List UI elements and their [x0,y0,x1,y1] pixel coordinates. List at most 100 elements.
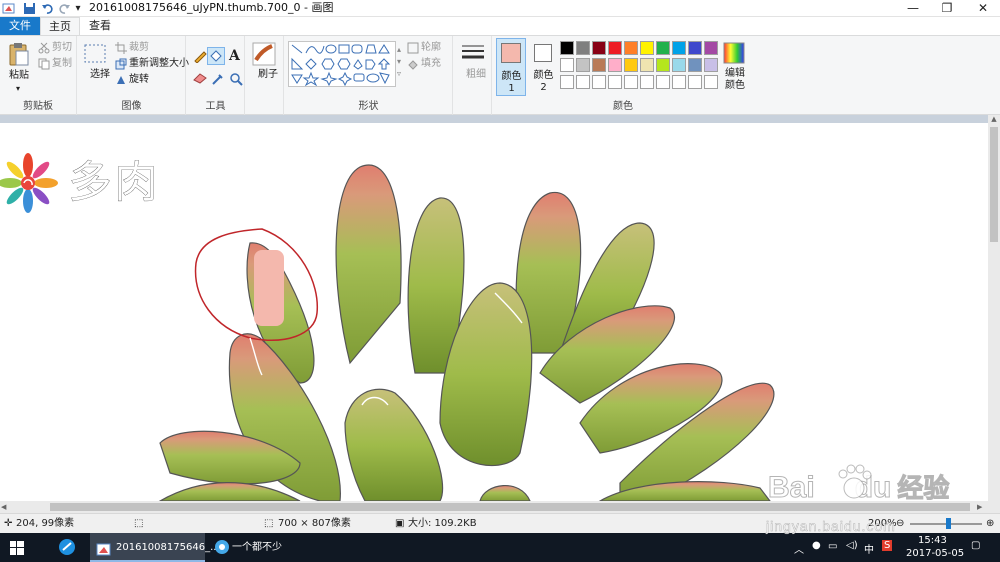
palette-swatch[interactable] [656,41,670,55]
eraser-icon[interactable] [193,72,207,87]
brushes-button[interactable]: 刷子 [258,69,278,81]
resize-button[interactable]: 重新调整大小 [129,58,189,70]
palette-swatch[interactable] [576,41,590,55]
outline-icon [407,42,419,57]
magnifier-icon[interactable] [229,72,243,89]
horizontal-scroll-thumb[interactable] [50,503,970,511]
minimize-button[interactable]: — [896,0,930,16]
fill-bucket-icon[interactable] [207,47,225,65]
palette-swatch[interactable] [688,58,702,72]
palette-swatch[interactable] [672,75,686,89]
palette-swatch[interactable] [560,58,574,72]
palette-swatch[interactable] [608,41,622,55]
close-button[interactable]: ✕ [966,0,1000,16]
palette-swatch[interactable] [560,75,574,89]
browser-taskbar-icon[interactable] [58,533,82,562]
palette-swatch[interactable] [608,58,622,72]
size-button[interactable]: 粗细 [466,69,486,81]
maximize-button[interactable]: ❐ [930,0,964,16]
resize-icon [115,58,127,73]
palette-swatch[interactable] [672,58,686,72]
clock-time[interactable]: 15:43 [918,535,947,546]
text-tool-icon[interactable]: A [229,48,240,64]
logo-flower-icon [0,153,58,213]
palette-swatch[interactable] [656,75,670,89]
line-size-icon[interactable] [461,44,485,67]
action-center-icon[interactable]: ▢ [971,540,980,551]
crop-icon [115,42,127,57]
crop-button[interactable]: 裁剪 [129,42,149,54]
select-icon[interactable] [84,44,106,67]
shapes-gallery[interactable] [288,41,396,87]
palette-swatch[interactable] [640,41,654,55]
scroll-up-icon[interactable]: ▲ [988,115,1000,125]
drawing-canvas[interactable]: 多肉 [0,123,988,501]
pencil-icon[interactable] [193,49,207,66]
paste-icon[interactable] [8,41,30,70]
palette-swatch[interactable] [624,75,638,89]
paint-app-icon[interactable] [2,2,16,15]
tab-home[interactable]: 主页 [40,17,80,35]
vertical-scrollbar[interactable]: ▲ [988,115,1000,501]
copy-button[interactable]: 复制 [52,58,72,70]
rotate-button[interactable]: 旋转 [129,74,149,86]
undo-icon[interactable] [40,2,54,15]
volume-icon[interactable]: ◁) [846,540,858,551]
tab-view[interactable]: 查看 [82,17,118,35]
palette-swatch[interactable] [688,75,702,89]
customize-quick-access-icon[interactable]: ▾ [73,2,83,15]
palette-swatch[interactable] [592,41,606,55]
sogou-icon[interactable]: S [882,540,893,551]
network-icon[interactable]: ▭ [828,541,837,552]
zoom-in-icon[interactable]: ⊕ [986,517,994,531]
fill-button[interactable]: 填充 [421,58,441,70]
palette-swatch[interactable] [592,58,606,72]
cut-button[interactable]: 剪切 [52,42,72,54]
tab-file[interactable]: 文件 [0,17,40,35]
palette-swatch[interactable] [624,41,638,55]
tray-expand-icon[interactable]: ︿ [794,541,804,556]
paste-dropdown-icon[interactable]: ▾ [16,83,20,95]
palette-swatch[interactable] [640,58,654,72]
scroll-left-icon[interactable]: ◀ [1,501,11,513]
horizontal-scrollbar[interactable]: ◀ ▶ [0,501,1000,513]
taskbar-app-window[interactable]: 一个都不少 [210,533,290,562]
color1-button[interactable]: 颜色 1 [496,38,526,96]
color2-button[interactable]: 颜色 2 [529,38,557,96]
select-button[interactable]: 选择 [90,69,110,81]
color-picker-icon[interactable] [211,72,225,89]
palette-swatch[interactable] [576,58,590,72]
shapes-scroll-icon[interactable]: ▴ ▾ ▿ [397,44,401,80]
taskbar-paint-label: 20161008175646_... [116,542,220,553]
palette-swatch[interactable] [624,58,638,72]
palette-swatch[interactable] [640,75,654,89]
scroll-right-icon[interactable]: ▶ [977,501,987,513]
palette-swatch[interactable] [656,58,670,72]
palette-swatch[interactable] [704,41,718,55]
edit-colors-button[interactable]: 编辑颜色 [721,68,749,92]
outline-button[interactable]: 轮廓 [421,42,441,54]
clock-date[interactable]: 2017-05-05 [906,548,964,559]
palette-swatch[interactable] [592,75,606,89]
palette-swatch[interactable] [672,41,686,55]
rotate-icon [115,74,127,89]
paste-button[interactable]: 粘贴 [9,70,29,82]
zoom-out-icon[interactable]: ⊖ [896,517,904,531]
palette-swatch[interactable] [704,58,718,72]
palette-swatch[interactable] [560,41,574,55]
palette-swatch[interactable] [608,75,622,89]
start-button[interactable] [10,533,30,562]
save-icon[interactable] [22,2,36,15]
vertical-scroll-thumb[interactable] [990,127,998,242]
brush-icon[interactable] [252,42,276,69]
palette-swatch[interactable] [688,41,702,55]
zoom-slider-thumb[interactable] [946,518,951,529]
color1-label: 颜色 1 [501,71,522,94]
edit-colors-icon[interactable] [723,42,745,67]
taskbar-paint-window[interactable]: 20161008175646_... [90,533,220,562]
redo-icon[interactable] [57,2,71,15]
palette-swatch[interactable] [576,75,590,89]
tray-app-icon[interactable]: ● [812,540,821,551]
ime-indicator[interactable]: 中 [864,541,874,556]
palette-swatch[interactable] [704,75,718,89]
